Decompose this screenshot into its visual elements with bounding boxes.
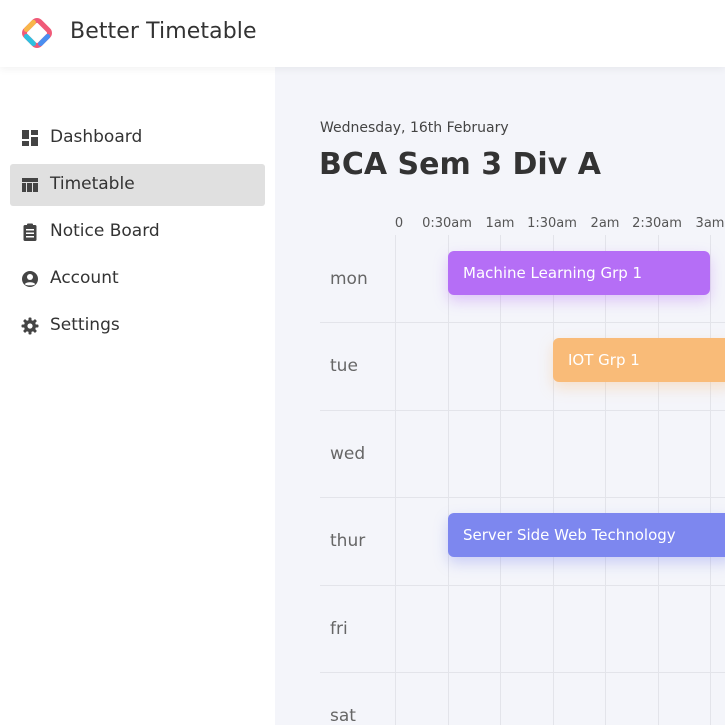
- row-divider: [320, 322, 725, 323]
- day-label-wed: wed: [330, 444, 366, 464]
- grid-line: [605, 235, 606, 725]
- time-tick: 0:30am: [422, 216, 472, 231]
- day-label-sat: sat: [330, 706, 356, 725]
- clipboard-icon: [23, 223, 37, 241]
- sidebar-item-label: Account: [50, 268, 119, 288]
- grid-line: [500, 235, 501, 725]
- time-tick: 3am: [695, 216, 725, 231]
- sidebar: Dashboard Timetable Notice Board Account: [0, 67, 275, 725]
- sidebar-item-label: Dashboard: [50, 127, 143, 147]
- time-tick: 1am: [485, 216, 515, 231]
- dashboard-icon: [22, 130, 38, 146]
- event-server-side-web-technology[interactable]: Server Side Web Technology: [448, 513, 725, 557]
- row-divider: [320, 410, 725, 411]
- gear-icon: [21, 317, 39, 335]
- grid-line: [448, 235, 449, 725]
- row-divider: [320, 585, 725, 586]
- main-content: Wednesday, 16th February BCA Sem 3 Div A…: [275, 67, 725, 725]
- sidebar-item-dashboard[interactable]: Dashboard: [10, 117, 265, 159]
- table-icon: [22, 178, 38, 192]
- sidebar-item-notice-board[interactable]: Notice Board: [10, 211, 265, 253]
- account-circle-icon: [22, 271, 38, 287]
- row-divider: [320, 497, 725, 498]
- event-iot[interactable]: IOT Grp 1: [553, 338, 725, 382]
- sidebar-item-label: Settings: [50, 315, 120, 335]
- sidebar-item-settings[interactable]: Settings: [10, 305, 265, 347]
- event-machine-learning[interactable]: Machine Learning Grp 1: [448, 251, 710, 295]
- app-title: Better Timetable: [70, 19, 257, 44]
- time-tick: 2:30am: [632, 216, 682, 231]
- row-divider: [320, 672, 725, 673]
- page-title: BCA Sem 3 Div A: [319, 147, 601, 182]
- time-tick: 1:30am: [527, 216, 577, 231]
- time-tick: 0: [394, 216, 404, 231]
- day-label-thur: thur: [330, 531, 366, 551]
- sidebar-item-label: Notice Board: [50, 221, 160, 241]
- day-label-mon: mon: [330, 269, 368, 289]
- time-tick: 2am: [590, 216, 620, 231]
- app-header: Better Timetable: [0, 0, 725, 67]
- app-logo-icon[interactable]: [20, 16, 54, 50]
- sidebar-item-account[interactable]: Account: [10, 258, 265, 300]
- grid-line: [395, 235, 396, 725]
- sidebar-item-timetable[interactable]: Timetable: [10, 164, 265, 206]
- grid-line: [553, 235, 554, 725]
- grid-line: [658, 235, 659, 725]
- day-label-tue: tue: [330, 356, 358, 376]
- grid-line: [710, 235, 711, 725]
- current-date: Wednesday, 16th February: [320, 120, 509, 136]
- sidebar-item-label: Timetable: [50, 174, 135, 194]
- day-label-fri: fri: [330, 619, 348, 639]
